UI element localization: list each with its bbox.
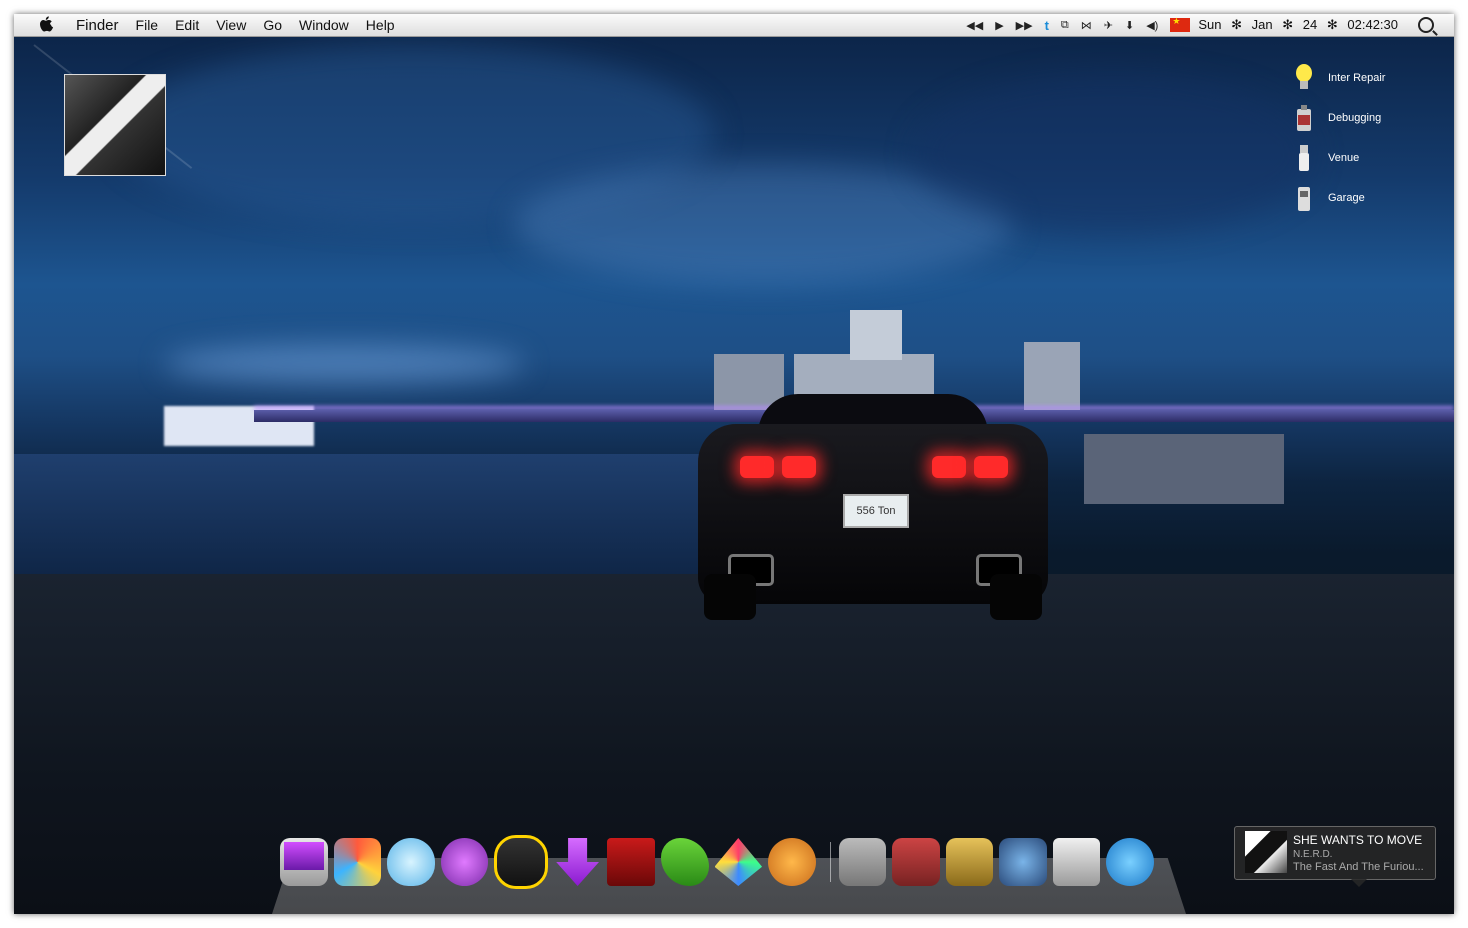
airplane-icon[interactable]: ✈ [1104, 19, 1113, 32]
building [1084, 434, 1284, 504]
clock-sep: ✻ [1231, 17, 1243, 32]
app-name-menu[interactable]: Finder [76, 17, 119, 34]
usb-icon [1294, 143, 1314, 173]
now-playing-widget[interactable]: SHE WANTS TO MOVE N.E.R.D. The Fast And … [1234, 826, 1436, 887]
origami-bird-icon[interactable] [714, 838, 763, 886]
volume-icon[interactable]: ◀) [1146, 19, 1158, 32]
trash-icon[interactable] [1052, 838, 1101, 886]
cloud [914, 74, 1314, 234]
imac-icon[interactable] [280, 838, 328, 886]
theater-icon[interactable] [607, 838, 655, 886]
pencil-basket-icon[interactable] [945, 838, 994, 886]
album-art-image [65, 75, 165, 175]
shortcut-label: Venue [1328, 152, 1360, 164]
apple-icon[interactable] [40, 16, 58, 34]
mouse-icon[interactable] [494, 835, 548, 889]
clock-day: Sun [1198, 17, 1222, 32]
gas-pump-icon [1294, 183, 1314, 213]
dock-icons [280, 834, 1160, 890]
play-icon[interactable]: ▶ [995, 19, 1003, 32]
shortcut-garage[interactable]: Garage [1294, 178, 1424, 218]
clock-month: Jan [1251, 17, 1273, 32]
clock-sep: ✻ [1326, 17, 1338, 32]
egg-bowtie-icon[interactable] [387, 838, 435, 886]
now-playing-title: SHE WANTS TO MOVE [1293, 833, 1423, 847]
menu-file[interactable]: File [136, 17, 159, 33]
crocodile-icon[interactable] [660, 838, 709, 886]
spray-can-icon [1294, 103, 1314, 133]
menu-view[interactable]: View [216, 17, 246, 33]
menu-window[interactable]: Window [299, 17, 349, 33]
wheel [704, 574, 756, 620]
status-area: ◀◀ ▶ ▶▶ t ⧉ ⋈ ✈ ⬇ ◀) Sun ✻ Jan ✻ 24 ✻ 02… [966, 14, 1454, 36]
now-playing-art [1245, 831, 1287, 873]
tail-light [932, 456, 966, 478]
music-basket-icon[interactable] [999, 838, 1047, 886]
clock-date: 24 [1302, 17, 1318, 32]
shortcut-label: Debugging [1328, 112, 1382, 124]
menu-go[interactable]: Go [263, 17, 282, 33]
car: 556 Ton [698, 394, 1048, 620]
menu-edit[interactable]: Edit [175, 17, 199, 33]
twitter-icon[interactable]: t [1045, 18, 1049, 33]
fast-forward-icon[interactable]: ▶▶ [1016, 19, 1033, 32]
menu-bar: Finder File Edit View Go Window Help ◀◀ … [14, 14, 1454, 37]
side-shortcuts: Inter Repair Debugging Venue Garage [1294, 58, 1424, 218]
now-playing-artist: N.E.R.D. [1293, 849, 1333, 860]
dock-separator [829, 842, 831, 882]
now-playing-pointer [1351, 879, 1367, 887]
clock[interactable]: Sun ✻ Jan ✻ 24 ✻ 02:42:30 [1198, 17, 1404, 33]
clock-sep: ✻ [1282, 17, 1294, 32]
cloud [164, 344, 524, 384]
network-icon[interactable]: ⧉ [1061, 19, 1069, 32]
wheel [990, 574, 1042, 620]
clock-time: 02:42:30 [1347, 17, 1398, 32]
bluetooth-icon[interactable]: ⋈ [1081, 19, 1092, 32]
shortcut-venue[interactable]: Venue [1294, 138, 1424, 178]
water [14, 454, 714, 584]
tail-light [782, 456, 816, 478]
shortcut-inter-repair[interactable]: Inter Repair [1294, 58, 1424, 98]
rewind-icon[interactable]: ◀◀ [966, 19, 983, 32]
desktop: 556 Ton Finder File Edit View Go Window … [14, 14, 1454, 914]
bird-icon[interactable] [1106, 838, 1154, 886]
trophy-basket-icon[interactable] [892, 838, 940, 886]
shortcut-label: Inter Repair [1328, 72, 1386, 84]
license-plate: 556 Ton [843, 494, 909, 528]
tail-light [974, 456, 1008, 478]
itunes-icon[interactable] [440, 838, 489, 886]
download-icon[interactable]: ⬇ [1125, 19, 1134, 32]
building [850, 310, 902, 360]
now-playing-album: The Fast And The Furiou... [1293, 861, 1424, 873]
spotlight-search-icon[interactable] [1418, 17, 1434, 33]
pinwheel-icon[interactable] [333, 838, 382, 886]
tail-light [740, 456, 774, 478]
photos-basket-icon[interactable] [838, 838, 887, 886]
china-flag-icon[interactable] [1170, 16, 1191, 32]
album-art-widget[interactable] [64, 74, 166, 176]
shortcut-debugging[interactable]: Debugging [1294, 98, 1424, 138]
phone-icon[interactable] [768, 838, 816, 886]
shortcut-label: Garage [1328, 192, 1365, 204]
download-arrow-icon[interactable] [556, 838, 599, 886]
lightbulb-icon [1294, 63, 1314, 93]
menu-help[interactable]: Help [366, 17, 395, 33]
